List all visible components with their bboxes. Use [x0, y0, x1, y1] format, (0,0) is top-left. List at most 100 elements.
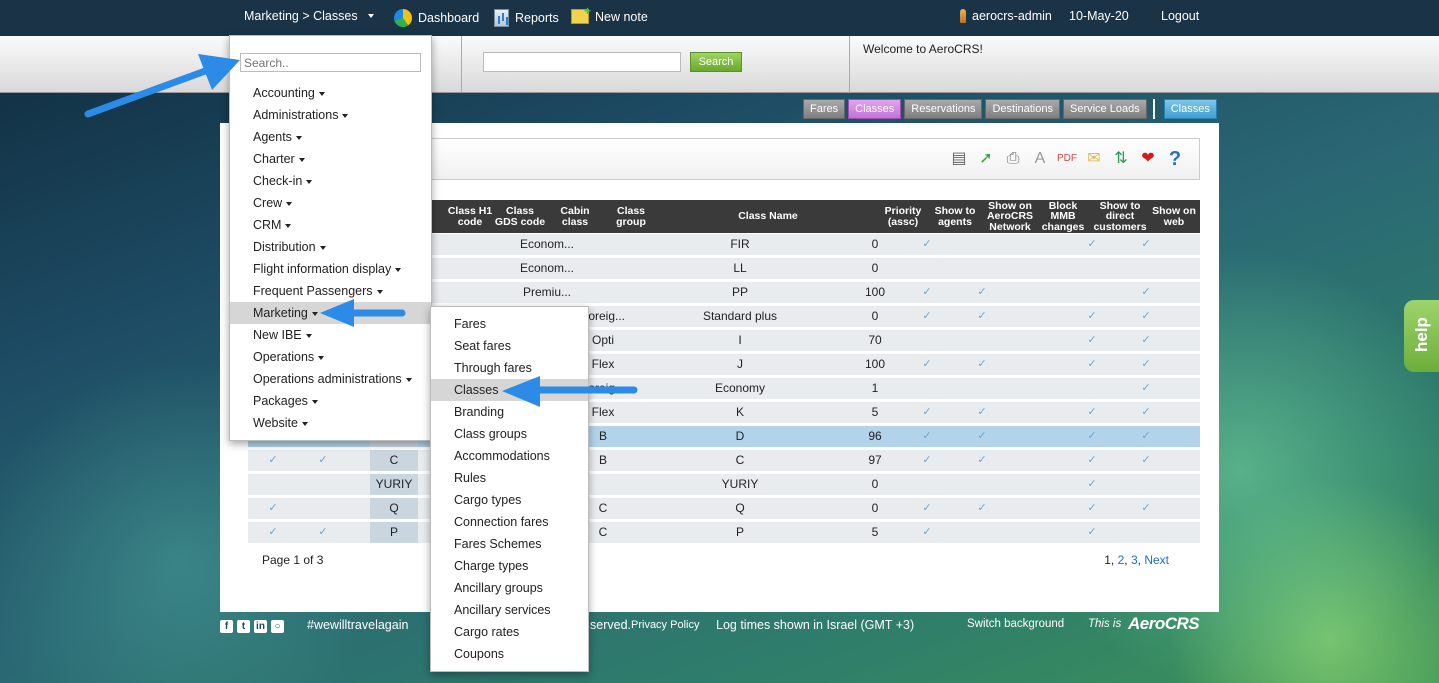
- col-show-web[interactable]: Show on web: [1150, 200, 1198, 233]
- col-show-network[interactable]: Show on AeroCRS Network: [982, 200, 1038, 233]
- submenu-item[interactable]: Charge types: [431, 555, 588, 577]
- chevron-down-icon: [376, 289, 383, 294]
- menu-item[interactable]: Check-in: [230, 170, 431, 192]
- menu-item[interactable]: CRM: [230, 214, 431, 236]
- tab-reservations[interactable]: Reservations: [904, 99, 983, 119]
- col-class-name[interactable]: Class Name: [656, 200, 880, 233]
- tab-destinations[interactable]: Destinations: [985, 99, 1060, 119]
- submenu-item[interactable]: Fares Schemes: [431, 533, 588, 555]
- menu-item-label: Operations: [253, 350, 315, 364]
- submenu-item[interactable]: Rules: [431, 467, 588, 489]
- menu-item[interactable]: Flight information display: [230, 258, 431, 280]
- menu-item[interactable]: Administrations: [230, 104, 431, 126]
- page-1[interactable]: 1: [1104, 553, 1111, 567]
- facebook-icon[interactable]: f: [220, 620, 233, 633]
- col-show-direct[interactable]: Show to direct customers: [1090, 200, 1150, 233]
- cell-name: P: [735, 525, 744, 539]
- submenu-item[interactable]: Connection fares: [431, 511, 588, 533]
- submenu-item[interactable]: Ancillary groups: [431, 577, 588, 599]
- logout-link[interactable]: Logout: [1161, 9, 1199, 23]
- cell-web: ✓: [1141, 382, 1151, 394]
- cell-network: [954, 474, 1010, 495]
- user-menu[interactable]: aerocrs-admin: [960, 9, 1052, 23]
- cell-block: [1010, 330, 1060, 351]
- page-2[interactable]: 2: [1118, 553, 1125, 567]
- col-gds-code[interactable]: Class GDS code: [494, 200, 546, 233]
- table-row[interactable]: ✓✓Pn...CP5✓✓: [248, 522, 1200, 543]
- global-search-input[interactable]: [483, 52, 681, 72]
- tab-fares[interactable]: Fares: [803, 99, 846, 119]
- cell-name: J: [737, 357, 743, 371]
- font-icon[interactable]: A: [1030, 149, 1050, 169]
- menu-item[interactable]: Agents: [230, 126, 431, 148]
- col-show-agents[interactable]: Show to agents: [930, 200, 980, 233]
- cell-priority: 5: [871, 405, 879, 419]
- menu-item[interactable]: Packages: [230, 390, 431, 412]
- help-icon[interactable]: ?: [1165, 149, 1185, 169]
- col-class-group[interactable]: Class group: [606, 200, 656, 233]
- menu-item-label: Charter: [253, 152, 295, 166]
- columns-icon[interactable]: ▤: [949, 149, 969, 169]
- menu-item[interactable]: Charter: [230, 148, 431, 170]
- print-icon[interactable]: ⎙: [1003, 149, 1023, 169]
- submenu-item[interactable]: Cargo rates: [431, 621, 588, 643]
- cell-network: ✓: [977, 430, 987, 442]
- next-page-link[interactable]: Next: [1144, 553, 1169, 567]
- submenu-item[interactable]: Class groups: [431, 423, 588, 445]
- cell-block: [1010, 282, 1060, 303]
- submenu-item[interactable]: Fares: [431, 313, 588, 335]
- dashboard-link[interactable]: Dashboard: [394, 9, 479, 27]
- social-links: f t in ○: [220, 618, 288, 633]
- submenu-item[interactable]: Ancillary services: [431, 599, 588, 621]
- aerocrs-logo: AeroCRS: [1128, 614, 1200, 633]
- cell-cabin: Econom...: [519, 261, 575, 275]
- table-row[interactable]: ✓Qn...CQ0✓✓✓✓: [248, 498, 1200, 519]
- tab-classes[interactable]: Classes: [848, 99, 902, 119]
- new-note-link[interactable]: New note: [571, 4, 648, 24]
- search-button[interactable]: Search: [690, 52, 742, 72]
- col-priority[interactable]: Priority (assc): [880, 200, 926, 233]
- refresh-icon[interactable]: ⇅: [1111, 149, 1131, 169]
- privacy-policy-link[interactable]: Privacy Policy: [631, 619, 699, 631]
- page-3[interactable]: 3: [1131, 553, 1138, 567]
- menu-item[interactable]: Accounting: [230, 82, 431, 104]
- col-cabin-class[interactable]: Cabin class: [546, 200, 604, 233]
- menu-item[interactable]: Operations administrations: [230, 368, 431, 390]
- menu-item[interactable]: Operations: [230, 346, 431, 368]
- menu-item[interactable]: Distribution: [230, 236, 431, 258]
- twitter-icon[interactable]: t: [237, 620, 250, 633]
- reports-link[interactable]: Reports: [494, 9, 559, 27]
- export-icon[interactable]: ➚: [976, 149, 996, 169]
- menu-item-label: Accounting: [253, 86, 315, 100]
- help-tab[interactable]: help: [1404, 300, 1439, 372]
- instagram-icon[interactable]: ○: [271, 620, 284, 633]
- submenu-item[interactable]: Coupons: [431, 643, 588, 665]
- tab-classes-current[interactable]: Classes: [1163, 99, 1217, 119]
- cell-web: ✓: [1141, 358, 1151, 370]
- rights-text: served.: [590, 618, 631, 632]
- submenu-item[interactable]: Accommodations: [431, 445, 588, 467]
- breadcrumb-menu[interactable]: Marketing > Classes: [244, 9, 374, 23]
- menu-item[interactable]: Crew: [230, 192, 431, 214]
- table-row[interactable]: ✓✓Cn...BC97✓✓✓✓: [248, 450, 1200, 471]
- col-h1-code[interactable]: Class H1 code: [446, 200, 494, 233]
- submenu-item[interactable]: Cargo types: [431, 489, 588, 511]
- tab-service-loads[interactable]: Service Loads: [1063, 99, 1147, 119]
- linkedin-icon[interactable]: in: [254, 620, 267, 633]
- mail-icon[interactable]: ✉: [1084, 149, 1104, 169]
- menu-item[interactable]: Website: [230, 412, 431, 434]
- table-row[interactable]: YURIY...YURIY0✓: [248, 474, 1200, 495]
- cell-agents: [902, 474, 952, 495]
- menu-search-input[interactable]: [240, 53, 421, 72]
- cell-agents: [902, 330, 952, 351]
- cell-agents: ✓: [922, 454, 932, 466]
- new-note-label: New note: [595, 9, 648, 24]
- cell-block: [1010, 426, 1060, 447]
- switch-background-link[interactable]: Switch background: [967, 618, 1064, 630]
- favorite-icon[interactable]: ❤: [1138, 149, 1158, 169]
- pdf-icon[interactable]: PDF: [1057, 149, 1077, 169]
- chevron-down-icon: [311, 311, 318, 316]
- cell-lc2: ✓: [318, 526, 328, 538]
- submenu-item[interactable]: Seat fares: [431, 335, 588, 357]
- col-block-mmb[interactable]: Block MMB changes: [1038, 200, 1088, 233]
